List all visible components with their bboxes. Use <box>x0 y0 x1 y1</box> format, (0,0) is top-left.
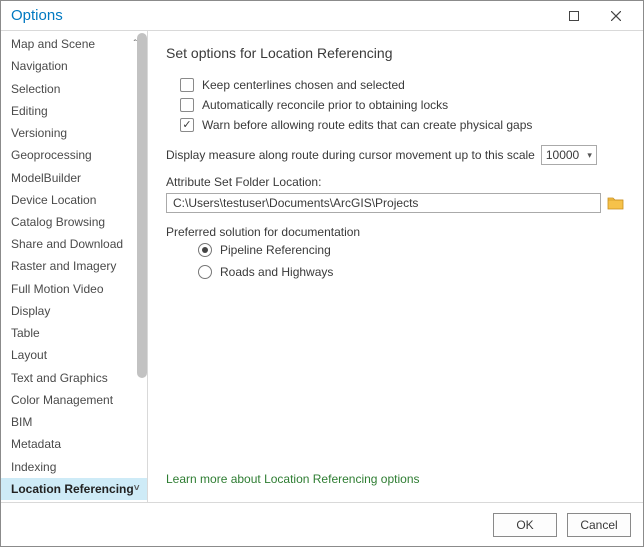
sidebar-item-label: Selection <box>11 82 60 96</box>
attr-folder-label: Attribute Set Folder Location: <box>166 175 625 189</box>
panel-heading: Set options for Location Referencing <box>166 45 625 61</box>
attr-folder-value: C:\Users\testuser\Documents\ArcGIS\Proje… <box>173 196 418 210</box>
sidebar-item-label: Map and Scene <box>11 37 95 51</box>
checkbox-label: Keep centerlines chosen and selected <box>202 78 405 92</box>
sidebar-item-table[interactable]: Table <box>1 322 147 344</box>
sidebar-item-label: Share and Download <box>11 237 123 251</box>
radio-label: Roads and Highways <box>220 265 333 279</box>
sidebar-item-location-referencing[interactable]: Location Referencing ˅ <box>1 478 147 500</box>
sidebar-item-share-and-download[interactable]: Share and Download <box>1 233 147 255</box>
sidebar-item-label: Raster and Imagery <box>11 259 116 273</box>
ok-button[interactable]: OK <box>493 513 557 537</box>
scale-value: 10000 <box>546 148 579 162</box>
checkbox-label: Automatically reconcile prior to obtaini… <box>202 98 448 112</box>
sidebar-item-layout[interactable]: Layout <box>1 344 147 366</box>
sidebar-item-bim[interactable]: BIM <box>1 411 147 433</box>
warn-gaps-row[interactable]: Warn before allowing route edits that ca… <box>180 118 625 132</box>
browse-folder-button[interactable] <box>607 195 625 211</box>
scroll-thumb[interactable] <box>137 33 147 378</box>
sidebar-item-label: BIM <box>11 415 32 429</box>
scale-label: Display measure along route during curso… <box>166 148 535 162</box>
keep-centerlines-checkbox[interactable] <box>180 78 194 92</box>
scale-row: Display measure along route during curso… <box>166 145 625 165</box>
sidebar-scrollbar[interactable] <box>137 33 147 413</box>
sidebar-item-raster-and-imagery[interactable]: Raster and Imagery <box>1 255 147 277</box>
options-panel: Set options for Location Referencing Kee… <box>148 31 643 502</box>
window-title: Options <box>11 7 553 24</box>
sidebar-item-navigation[interactable]: Navigation <box>1 55 147 77</box>
checkbox-label: Warn before allowing route edits that ca… <box>202 118 532 132</box>
sidebar-item-label: Metadata <box>11 437 61 451</box>
sidebar-item-label: Versioning <box>11 126 67 140</box>
options-dialog: Options Map and Scene ˆ Navigation Selec… <box>0 0 644 547</box>
sidebar-item-full-motion-video[interactable]: Full Motion Video <box>1 278 147 300</box>
sidebar-item-label: ModelBuilder <box>11 171 81 185</box>
sidebar-item-text-and-graphics[interactable]: Text and Graphics <box>1 367 147 389</box>
dropdown-icon: ▾ <box>587 150 592 161</box>
radio-pipeline-row[interactable]: Pipeline Referencing <box>198 243 625 257</box>
radio-roads-row[interactable]: Roads and Highways <box>198 265 625 279</box>
sidebar-item-label: Device Location <box>11 193 96 207</box>
learn-more-link[interactable]: Learn more about Location Referencing op… <box>166 472 625 492</box>
chevron-down-icon: ˅ <box>134 483 140 494</box>
category-sidebar: Map and Scene ˆ Navigation Selection Edi… <box>1 31 148 502</box>
sidebar-item-modelbuilder[interactable]: ModelBuilder <box>1 166 147 188</box>
auto-reconcile-row[interactable]: Automatically reconcile prior to obtaini… <box>180 98 625 112</box>
sidebar-item-label: Location Referencing <box>11 482 134 496</box>
auto-reconcile-checkbox[interactable] <box>180 98 194 112</box>
radio-pipeline[interactable] <box>198 243 212 257</box>
dialog-footer: OK Cancel <box>1 502 643 546</box>
sidebar-item-label: Geoprocessing <box>11 148 92 162</box>
sidebar-item-selection[interactable]: Selection <box>1 77 147 99</box>
radio-label: Pipeline Referencing <box>220 243 331 257</box>
cancel-button[interactable]: Cancel <box>567 513 631 537</box>
sidebar-item-indexing[interactable]: Indexing <box>1 455 147 477</box>
sidebar-item-label: Indexing <box>11 460 56 474</box>
scale-dropdown[interactable]: 10000 ▾ <box>541 145 597 165</box>
sidebar-item-label: Table <box>11 326 40 340</box>
sidebar-item-label: Full Motion Video <box>11 282 104 296</box>
sidebar-item-metadata[interactable]: Metadata <box>1 433 147 455</box>
maximize-button[interactable] <box>553 2 595 30</box>
sidebar-item-label: Text and Graphics <box>11 371 108 385</box>
attr-folder-row: C:\Users\testuser\Documents\ArcGIS\Proje… <box>166 193 625 213</box>
sidebar-item-device-location[interactable]: Device Location <box>1 189 147 211</box>
sidebar-item-geoprocessing[interactable]: Geoprocessing <box>1 144 147 166</box>
sidebar-item-label: Color Management <box>11 393 113 407</box>
close-button[interactable] <box>595 2 637 30</box>
sidebar-item-label: Layout <box>11 348 47 362</box>
sidebar-item-label: Display <box>11 304 50 318</box>
sidebar-item-label: Catalog Browsing <box>11 215 105 229</box>
sidebar-item-display[interactable]: Display <box>1 300 147 322</box>
radio-roads[interactable] <box>198 265 212 279</box>
sidebar-item-map-and-scene[interactable]: Map and Scene ˆ <box>1 33 147 55</box>
keep-centerlines-row[interactable]: Keep centerlines chosen and selected <box>180 78 625 92</box>
sidebar-item-color-management[interactable]: Color Management <box>1 389 147 411</box>
sidebar-item-editing[interactable]: Editing <box>1 100 147 122</box>
preferred-solution-label: Preferred solution for documentation <box>166 225 625 239</box>
attr-folder-input[interactable]: C:\Users\testuser\Documents\ArcGIS\Proje… <box>166 193 601 213</box>
sidebar-item-label: Editing <box>11 104 48 118</box>
sidebar-item-catalog-browsing[interactable]: Catalog Browsing <box>1 211 147 233</box>
sidebar-item-label: Navigation <box>11 59 68 73</box>
titlebar: Options <box>1 1 643 31</box>
warn-gaps-checkbox[interactable] <box>180 118 194 132</box>
sidebar-item-versioning[interactable]: Versioning <box>1 122 147 144</box>
